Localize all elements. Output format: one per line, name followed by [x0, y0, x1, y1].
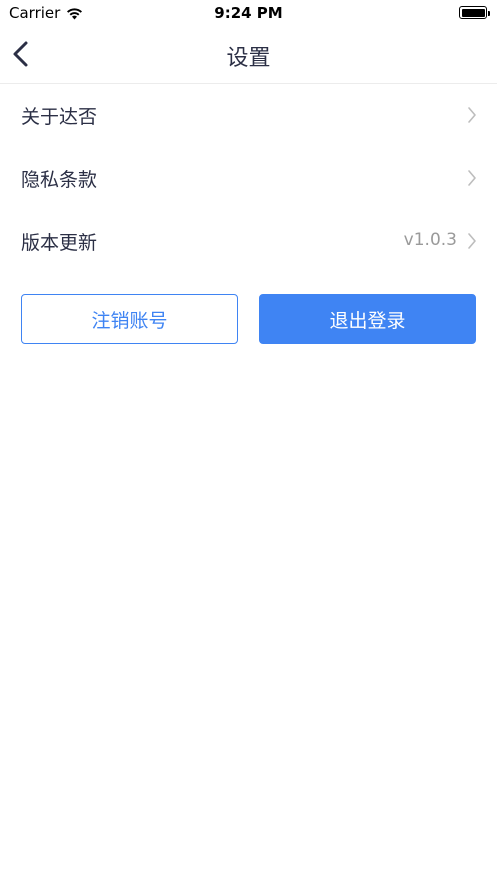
deactivate-account-button[interactable]: 注销账号	[21, 294, 238, 344]
menu-item-version-update[interactable]: 版本更新 v1.0.3	[0, 210, 497, 273]
chevron-right-icon	[468, 107, 476, 123]
menu-item-label: 关于达否	[21, 106, 98, 128]
status-bar: Carrier 9:24 PM	[0, 0, 497, 26]
menu-item-label: 隐私条款	[21, 169, 98, 191]
page-title: 设置	[226, 46, 271, 71]
chevron-right-icon	[468, 233, 476, 249]
settings-menu: 关于达否 隐私条款 版本更新 v1.0.3	[0, 84, 497, 273]
menu-item-privacy[interactable]: 隐私条款	[0, 147, 497, 210]
version-value: v1.0.3	[403, 230, 457, 250]
menu-item-about[interactable]: 关于达否	[0, 84, 497, 147]
status-time: 9:24 PM	[214, 4, 283, 22]
menu-item-label: 版本更新	[21, 232, 98, 254]
chevron-right-icon	[468, 170, 476, 186]
navigation-bar: 设置	[0, 26, 497, 84]
battery-icon	[459, 6, 490, 19]
logout-button[interactable]: 退出登录	[259, 294, 476, 344]
